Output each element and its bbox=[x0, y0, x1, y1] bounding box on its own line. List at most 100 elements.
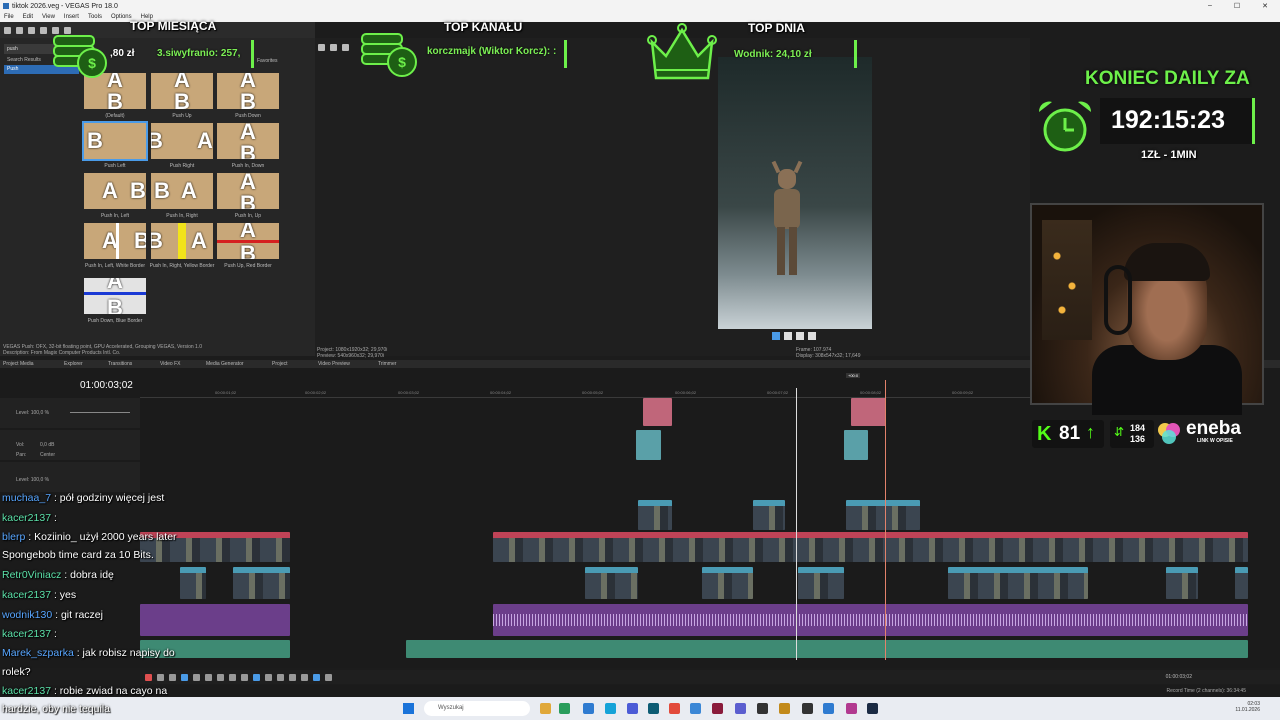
track-header-1[interactable]: Level: 100,0 % bbox=[0, 398, 140, 428]
play-icon[interactable] bbox=[181, 673, 188, 681]
split-icon[interactable] bbox=[301, 673, 308, 681]
tab-explorer[interactable]: Explorer bbox=[64, 361, 83, 367]
thumb-push-in-left-white-border[interactable]: AB bbox=[84, 223, 146, 259]
menu-file[interactable]: File bbox=[4, 14, 14, 20]
auto-ripple-icon[interactable] bbox=[325, 673, 332, 681]
tab-project[interactable]: Project bbox=[272, 361, 288, 367]
menu-tools[interactable]: Tools bbox=[88, 14, 102, 20]
open-icon[interactable] bbox=[16, 26, 23, 34]
menu-icon[interactable] bbox=[808, 332, 816, 340]
pause-icon[interactable] bbox=[784, 332, 792, 340]
edge-icon[interactable] bbox=[559, 703, 570, 714]
timeline-clip[interactable] bbox=[844, 430, 868, 460]
prev-frame-icon[interactable] bbox=[217, 673, 224, 681]
thumb-push-up[interactable]: AB bbox=[151, 73, 213, 109]
app-icon[interactable] bbox=[779, 703, 790, 714]
thumb-push-down-blue-border[interactable]: AB bbox=[84, 278, 146, 314]
snapping-icon[interactable] bbox=[313, 673, 320, 681]
edit-tool-icon[interactable] bbox=[253, 673, 260, 681]
tab-media-generator[interactable]: Media Generator bbox=[206, 361, 244, 367]
taskbar-clock[interactable]: 02:03 11.01.2026 bbox=[1210, 701, 1260, 713]
tab-video-fx[interactable]: Video FX bbox=[160, 361, 180, 367]
thumb-push-in-up[interactable]: AB bbox=[217, 173, 279, 209]
audio-clip[interactable] bbox=[140, 604, 290, 636]
timeline-clip[interactable] bbox=[948, 567, 1088, 599]
opera-icon[interactable] bbox=[669, 703, 680, 714]
track-header-3[interactable]: Level: 100,0 % bbox=[0, 462, 140, 492]
thumb-push-in-down[interactable]: AB bbox=[217, 123, 279, 159]
app-icon[interactable] bbox=[846, 703, 857, 714]
tab-trimmer[interactable]: Trimmer bbox=[378, 361, 396, 367]
audio-clip[interactable] bbox=[493, 604, 1248, 636]
app-icon[interactable] bbox=[823, 703, 834, 714]
favorites-label[interactable]: Favorites bbox=[257, 58, 278, 64]
app-icon[interactable] bbox=[735, 703, 746, 714]
app-icon[interactable] bbox=[605, 703, 616, 714]
render-icon[interactable] bbox=[40, 26, 47, 34]
gear-icon[interactable] bbox=[318, 44, 325, 51]
timeline-clip[interactable] bbox=[753, 500, 785, 530]
tab-transitions[interactable]: Transitions bbox=[108, 361, 132, 367]
track-header-2[interactable]: Vol: 0,0 dB Pan: Center bbox=[0, 430, 140, 460]
timeline-clip[interactable] bbox=[493, 532, 1248, 562]
timeline-clip[interactable] bbox=[1166, 567, 1198, 599]
envelope-tool-icon[interactable] bbox=[265, 673, 272, 681]
app-icon[interactable] bbox=[690, 703, 701, 714]
timeline-clip[interactable] bbox=[846, 500, 920, 530]
sponsor-name[interactable]: eneba bbox=[1186, 418, 1241, 440]
timeline-clip[interactable] bbox=[643, 398, 672, 426]
timeline-clip[interactable] bbox=[233, 567, 290, 599]
menu-edit[interactable]: Edit bbox=[23, 14, 33, 20]
minimize-button[interactable]: – bbox=[1208, 2, 1212, 10]
thumb-push-up-red-border[interactable]: AB bbox=[217, 223, 279, 259]
app-icon[interactable] bbox=[583, 703, 594, 714]
pause-icon[interactable] bbox=[193, 673, 200, 681]
timeline-clip[interactable] bbox=[638, 500, 672, 530]
explorer-icon[interactable] bbox=[540, 703, 551, 714]
thumb-push-down[interactable]: AB bbox=[217, 73, 279, 109]
timeline-clip[interactable] bbox=[798, 567, 844, 599]
loop-icon[interactable] bbox=[157, 673, 164, 681]
thumb-push-in-left[interactable]: AB bbox=[84, 173, 146, 209]
audio-clip[interactable] bbox=[406, 640, 1248, 658]
obs-icon[interactable] bbox=[757, 703, 768, 714]
loop-marker[interactable] bbox=[885, 380, 886, 660]
taskbar-search[interactable]: Wyszukaj bbox=[424, 701, 530, 716]
save-icon[interactable] bbox=[28, 26, 35, 34]
level-slider[interactable] bbox=[70, 412, 130, 413]
maximize-button[interactable]: ☐ bbox=[1234, 2, 1240, 10]
timeline-clip[interactable] bbox=[702, 567, 753, 599]
timeline-clip[interactable] bbox=[585, 567, 638, 599]
menu-insert[interactable]: Insert bbox=[64, 14, 79, 20]
tab-video-preview[interactable]: Video Preview bbox=[318, 361, 350, 367]
playhead-cursor[interactable] bbox=[796, 388, 797, 660]
timeline-clip[interactable] bbox=[636, 430, 661, 460]
tab-project-media[interactable]: Project Media bbox=[3, 361, 34, 367]
timeline-marker[interactable]: +00:0 bbox=[846, 373, 861, 378]
vegas-icon[interactable] bbox=[648, 703, 659, 714]
thumb-push-in-right[interactable]: BA bbox=[151, 173, 213, 209]
app-icon[interactable] bbox=[802, 703, 813, 714]
timeline-clip[interactable] bbox=[1235, 567, 1248, 599]
thumb-push-in-right-yellow-border[interactable]: BA bbox=[151, 223, 213, 259]
app-icon[interactable] bbox=[627, 703, 638, 714]
selection-tool-icon[interactable] bbox=[277, 673, 284, 681]
play-from-start-icon[interactable] bbox=[169, 673, 176, 681]
timeline-clip[interactable] bbox=[851, 398, 886, 426]
menu-view[interactable]: View bbox=[42, 14, 55, 20]
steam-icon[interactable] bbox=[867, 703, 878, 714]
record-icon[interactable] bbox=[145, 673, 152, 681]
thumb-push-left[interactable]: B bbox=[82, 121, 148, 161]
app-icon[interactable] bbox=[712, 703, 723, 714]
windows-start-icon[interactable] bbox=[403, 703, 414, 714]
menu-options[interactable]: Options bbox=[111, 14, 132, 20]
zoom-tool-icon[interactable] bbox=[289, 673, 296, 681]
thumb-push-right[interactable]: BA bbox=[151, 123, 213, 159]
stop-icon[interactable] bbox=[796, 332, 804, 340]
timeline-clip[interactable] bbox=[180, 567, 206, 599]
next-frame-icon[interactable] bbox=[229, 673, 236, 681]
play-icon[interactable] bbox=[772, 332, 780, 340]
close-button[interactable]: ✕ bbox=[1262, 2, 1268, 10]
new-icon[interactable] bbox=[4, 26, 11, 34]
split-icon[interactable] bbox=[330, 44, 337, 51]
